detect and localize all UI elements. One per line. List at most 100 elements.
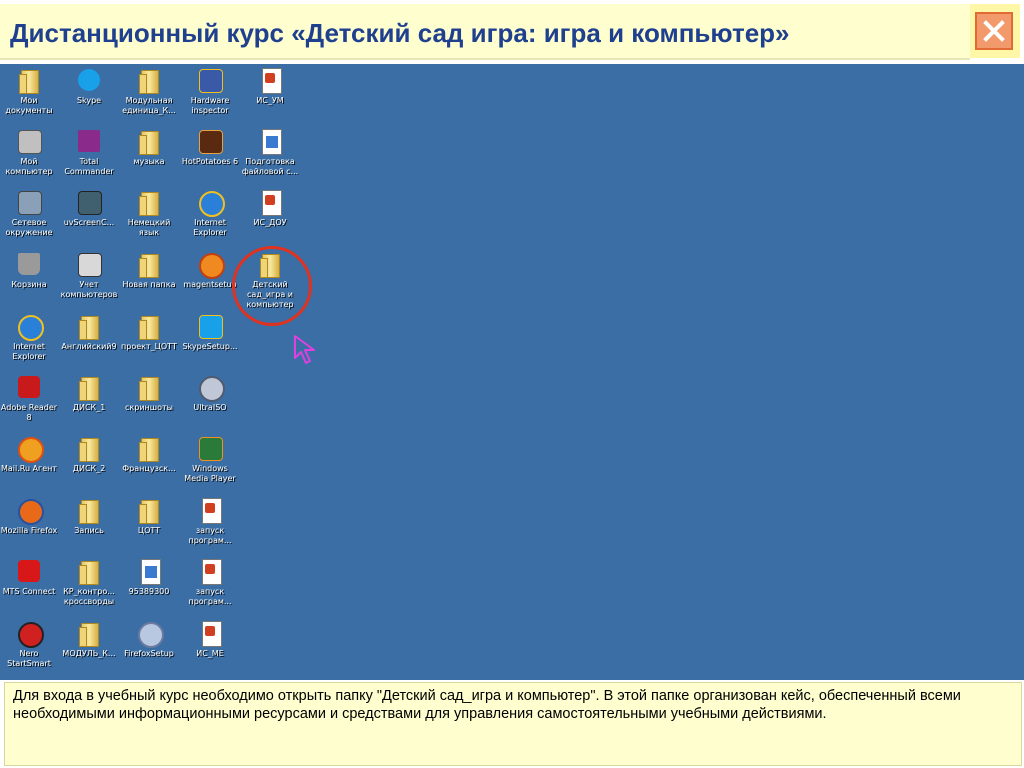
mailru-icon	[15, 434, 44, 463]
icon-label: Mail.Ru Агент	[0, 464, 58, 473]
icon-label: проект_ЦОТТ	[121, 342, 177, 351]
desktop-icon-tsott[interactable]: ЦОТТ	[118, 496, 180, 536]
icon-label: Корзина	[11, 280, 47, 289]
page-title: Дистанционный курс «Детский сад игра: иг…	[10, 18, 790, 48]
desktop-icon-skype[interactable]: Skype	[58, 66, 120, 106]
icon-label: Учет компьютеров	[60, 280, 118, 299]
desktop-icon-uvscreen[interactable]: uvScreenC...	[58, 188, 120, 228]
icon-label: MTS Connect	[2, 587, 56, 596]
icon-label: ИС_МЕ	[196, 649, 224, 658]
folder-icon	[135, 250, 163, 278]
desktop-icon-ultraiso[interactable]: UltraISO	[179, 373, 241, 413]
desktop-icon-ie[interactable]: Internet Explorer	[179, 188, 241, 238]
desktop-icon-german[interactable]: Немецкий язык	[118, 188, 180, 238]
info-box: Для входа в учебный курс необходимо откр…	[4, 682, 1022, 766]
desktop-icon-my-documents[interactable]: Мои документы	[0, 66, 60, 116]
installer-icon	[135, 619, 164, 648]
skype-icon	[75, 66, 103, 94]
desktop-icon-total-commander[interactable]: Total Commander	[58, 127, 120, 177]
desktop-icon-skypesetup[interactable]: SkypeSetup...	[179, 312, 241, 352]
desktop-icon-french[interactable]: Французск...	[118, 434, 180, 474]
folder-icon	[135, 434, 163, 462]
desktop-icon-magentsetup[interactable]: magentsetup	[179, 250, 241, 290]
hardware-icon	[196, 66, 224, 94]
icon-label: ЦОТТ	[137, 526, 161, 535]
desktop-icon-modular-unit[interactable]: Модульная единица_К...	[118, 66, 180, 116]
icon-label: ИС_УМ	[256, 96, 284, 105]
desktop-icon-is-um[interactable]: ИС_УМ	[239, 66, 301, 106]
disc-icon	[196, 373, 225, 402]
network-icon	[15, 188, 43, 216]
desktop-icon-new-folder[interactable]: Новая папка	[118, 250, 180, 290]
desktop-icon-launch-prog1[interactable]: запуск програм...	[179, 496, 241, 546]
icon-label: скриншоты	[125, 403, 173, 412]
desktop-icon-disk2[interactable]: ДИСК_2	[58, 434, 120, 474]
desktop-icon-mailru[interactable]: Mail.Ru Агент	[0, 434, 60, 474]
desktop-icon-is-dou[interactable]: ИС_ДОУ	[239, 188, 301, 228]
trash-icon	[15, 250, 43, 278]
document-icon	[256, 188, 284, 216]
desktop-icon-screenshots[interactable]: скриншоты	[118, 373, 180, 413]
icon-label: HotPotatoes 6	[181, 157, 239, 166]
folder-icon	[75, 434, 103, 462]
desktop-icon-computer-accounting[interactable]: Учет компьютеров	[58, 250, 120, 300]
desktop-icon-record[interactable]: Запись	[58, 496, 120, 536]
desktop-icon-module-k[interactable]: МОДУЛЬ_К...	[58, 619, 120, 659]
folder-icon	[75, 373, 103, 401]
icon-label: UltraISO	[193, 403, 227, 412]
desktop-icon-kindergarten-folder[interactable]: Детский сад_игра и компьютер	[239, 250, 301, 310]
screen-capture-icon	[75, 188, 103, 216]
document-icon	[256, 127, 284, 155]
folder-docs-icon	[15, 66, 43, 94]
icon-label: Hardware inspector	[190, 96, 230, 115]
desktop-icon-network[interactable]: Сетевое окружение	[0, 188, 60, 238]
desktop-icon-hardware-inspector[interactable]: Hardware inspector	[179, 66, 241, 116]
desktop-icon-launch-prog2[interactable]: запуск програм...	[179, 557, 241, 607]
desktop-icon-firefox[interactable]: Mozilla Firefox	[0, 496, 60, 536]
document-icon	[196, 619, 224, 647]
desktop-icon-recycle-bin[interactable]: Корзина	[0, 250, 60, 290]
desktop-icon-music[interactable]: музыка	[118, 127, 180, 167]
icon-label: ДИСК_1	[72, 403, 106, 412]
icon-label: Nero StartSmart	[7, 649, 51, 668]
desktop-icon-hotpotatoes[interactable]: HotPotatoes 6	[179, 127, 241, 167]
title-bar: Дистанционный курс «Детский сад игра: иг…	[0, 0, 1024, 64]
icon-label: запуск програм...	[188, 526, 232, 545]
document-icon	[256, 66, 284, 94]
icon-label: Английский9	[61, 342, 117, 351]
desktop-icon-disk1[interactable]: ДИСК_1	[58, 373, 120, 413]
close-area	[970, 4, 1020, 58]
close-icon	[983, 20, 1005, 42]
desktop[interactable]: Мои документы Мой компьютер Сетевое окру…	[0, 64, 1024, 680]
folder-icon	[135, 66, 163, 94]
icon-label: uvScreenC...	[63, 218, 115, 227]
folder-icon	[135, 127, 163, 155]
desktop-icon-firefoxsetup[interactable]: FirefoxSetup	[118, 619, 180, 659]
icon-label: Новая папка	[122, 280, 176, 289]
desktop-icon-ie2[interactable]: Internet Explorer	[0, 312, 60, 362]
desktop-icon-wmp[interactable]: Windows Media Player	[179, 434, 241, 484]
desktop-icon-file-prep[interactable]: Подготовка файловой с...	[239, 127, 301, 177]
desktop-icon-project-tsott[interactable]: проект_ЦОТТ	[118, 312, 180, 352]
computer-icon	[15, 127, 43, 155]
icon-label: Windows Media Player	[184, 464, 236, 483]
desktop-icon-my-computer[interactable]: Мой компьютер	[0, 127, 60, 177]
desktop-icon-mts-connect[interactable]: MTS Connect	[0, 557, 60, 597]
icon-label: Mozilla Firefox	[0, 526, 58, 535]
icon-label: ИС_ДОУ	[253, 218, 287, 227]
close-button[interactable]	[975, 12, 1013, 50]
desktop-icon-is-me[interactable]: ИС_МЕ	[179, 619, 241, 659]
at-icon	[196, 250, 225, 279]
desktop-icon-nero[interactable]: Nero StartSmart	[0, 619, 60, 669]
icon-label: Adobe Reader 8	[0, 403, 58, 422]
desktop-icon-kr-control[interactable]: КР_контро... кроссворды	[58, 557, 120, 607]
icon-label: Модульная единица_К...	[122, 96, 176, 115]
mts-icon	[15, 557, 43, 585]
floppy-icon	[75, 127, 103, 155]
desktop-icon-file-95389300[interactable]: 95389300	[118, 557, 180, 597]
icon-label: FirefoxSetup	[124, 649, 174, 658]
icon-label: 95389300	[128, 587, 170, 596]
adobe-icon	[15, 373, 43, 401]
desktop-icon-adobe-reader[interactable]: Adobe Reader 8	[0, 373, 60, 423]
desktop-icon-english[interactable]: Английский9	[58, 312, 120, 352]
